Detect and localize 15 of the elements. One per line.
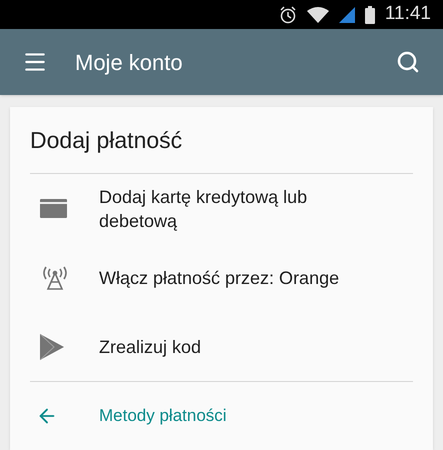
app-bar-title: Moje konto: [75, 48, 184, 77]
credit-card-icon: [40, 199, 67, 218]
antenna-icon: [40, 264, 70, 290]
alarm-icon: [278, 6, 297, 24]
search-button[interactable]: [395, 49, 421, 76]
payment-option[interactable]: Włącz płatność przez: Orange: [30, 243, 413, 312]
payment-option[interactable]: Zrealizuj kod: [30, 312, 413, 381]
clock-time: 11:41: [384, 2, 431, 26]
signal-icon: [338, 6, 355, 23]
card-title: Dodaj płatność: [30, 126, 184, 155]
wifi-icon: [306, 6, 329, 23]
play-store-icon: [40, 334, 64, 360]
battery-icon: [364, 6, 375, 24]
payment-methods-link[interactable]: Metody płatności: [30, 382, 413, 450]
payment-option[interactable]: Dodaj kartę kredytową lub debetową: [30, 174, 413, 243]
